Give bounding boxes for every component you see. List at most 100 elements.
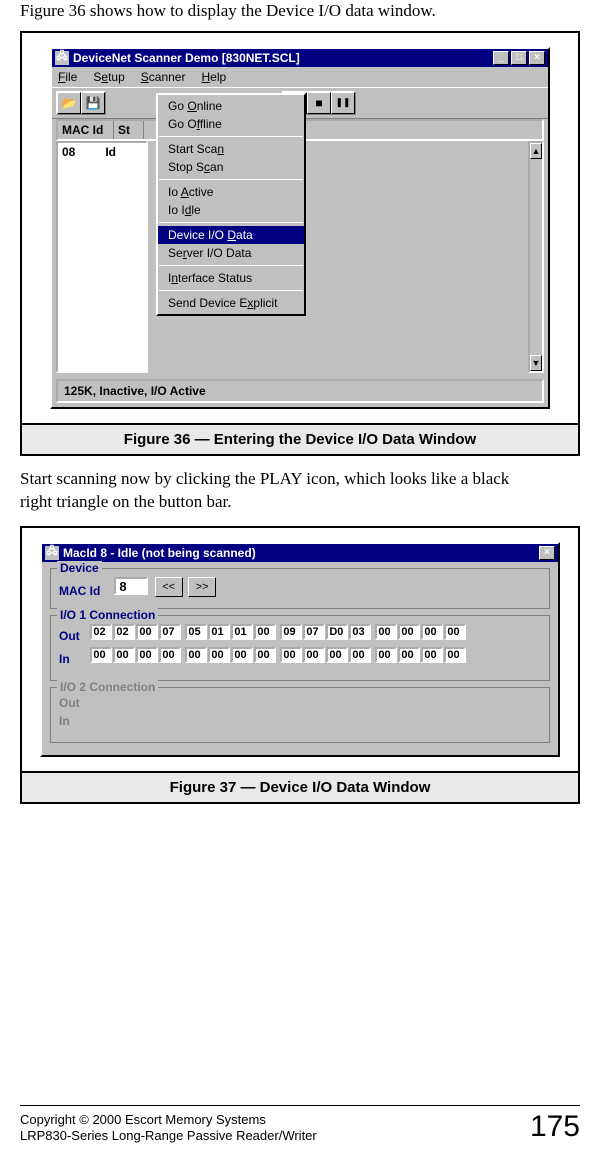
- out-byte[interactable]: 02: [90, 624, 112, 640]
- out-byte[interactable]: 05: [185, 624, 207, 640]
- save-icon[interactable]: 💾: [81, 92, 105, 114]
- scanner-menu-dropdown: Go Online Go Offline Start Scan Stop Sca…: [156, 93, 306, 316]
- in-byte[interactable]: 00: [254, 647, 276, 663]
- menu-interface-status[interactable]: Interface Status: [158, 269, 304, 287]
- prev-button[interactable]: <<: [155, 577, 183, 597]
- scroll-down-icon[interactable]: ▼: [530, 355, 542, 371]
- close-button[interactable]: ×: [529, 51, 545, 65]
- menu-stop-scan[interactable]: Stop Scan: [158, 158, 304, 176]
- in-group: 00000000: [185, 647, 277, 666]
- scroll-up-icon[interactable]: ▲: [530, 143, 542, 159]
- menubar: File Setup Scanner Help: [52, 67, 548, 87]
- in-byte[interactable]: 00: [421, 647, 443, 663]
- vertical-scrollbar[interactable]: ▲ ▼: [528, 141, 544, 373]
- in-byte[interactable]: 00: [375, 647, 397, 663]
- copyright-text: Copyright © 2000 Escort Memory Systems: [20, 1112, 317, 1128]
- title-text: MacId 8 - Idle (not being scanned): [63, 546, 537, 560]
- in-byte[interactable]: 00: [90, 647, 112, 663]
- menu-server-io-data[interactable]: Server I/O Data: [158, 244, 304, 262]
- in-byte[interactable]: 00: [280, 647, 302, 663]
- menu-send-device-explicit[interactable]: Send Device Explicit: [158, 294, 304, 312]
- in-byte[interactable]: 00: [185, 647, 207, 663]
- menu-help[interactable]: Help: [199, 69, 228, 85]
- out-byte[interactable]: 00: [254, 624, 276, 640]
- mid-text-1: Start scanning now by clicking the PLAY …: [20, 468, 580, 491]
- io2-legend: I/O 2 Connection: [57, 680, 158, 694]
- maximize-button[interactable]: □: [511, 51, 527, 65]
- mid-text-2: right triangle on the button bar.: [20, 491, 580, 514]
- device-fieldset: Device MAC Id 8 << >>: [50, 568, 550, 609]
- out-byte[interactable]: 03: [349, 624, 371, 640]
- in-byte[interactable]: 00: [231, 647, 253, 663]
- page-number: 175: [530, 1110, 580, 1144]
- in-byte[interactable]: 00: [136, 647, 158, 663]
- io2-fieldset: I/O 2 Connection Out In: [50, 687, 550, 743]
- menu-file[interactable]: File: [56, 69, 79, 85]
- page-footer: Copyright © 2000 Escort Memory Systems L…: [20, 1105, 580, 1144]
- figure-37-caption: Figure 37 — Device I/O Data Window: [20, 773, 580, 804]
- macid-field[interactable]: 8: [114, 577, 148, 595]
- device-legend: Device: [57, 561, 102, 575]
- out-label: Out: [59, 629, 87, 643]
- app-icon: 🖧: [55, 51, 69, 65]
- figure-36-caption: Figure 36 — Entering the Device I/O Data…: [20, 425, 580, 456]
- out-byte[interactable]: 01: [208, 624, 230, 640]
- device-list[interactable]: 08 Id: [56, 141, 148, 373]
- menu-setup[interactable]: Setup: [91, 69, 126, 85]
- in-byte[interactable]: 00: [398, 647, 420, 663]
- menu-go-offline[interactable]: Go Offline: [158, 115, 304, 133]
- in-group: 00000000: [375, 647, 467, 666]
- app-icon: 🖧: [45, 546, 59, 560]
- in-byte[interactable]: 00: [444, 647, 466, 663]
- pause-icon[interactable]: ❚❚: [331, 92, 355, 114]
- out-byte[interactable]: 02: [113, 624, 135, 640]
- out-byte[interactable]: 09: [280, 624, 302, 640]
- figure-37-frame: 🖧 MacId 8 - Idle (not being scanned) × D…: [20, 526, 580, 773]
- out-byte[interactable]: 00: [444, 624, 466, 640]
- list-item[interactable]: 08 Id: [58, 143, 146, 161]
- statusbar: 125K, Inactive, I/O Active: [56, 379, 544, 403]
- menu-go-online[interactable]: Go Online: [158, 97, 304, 115]
- out-byte[interactable]: 07: [159, 624, 181, 640]
- product-text: LRP830-Series Long-Range Passive Reader/…: [20, 1128, 317, 1144]
- menu-io-idle[interactable]: Io Idle: [158, 201, 304, 219]
- in-byte[interactable]: 00: [303, 647, 325, 663]
- out-byte[interactable]: 00: [136, 624, 158, 640]
- in-row: In 00000000000000000000000000000000: [59, 647, 541, 666]
- minimize-button[interactable]: _: [493, 51, 509, 65]
- col-st: St: [114, 121, 144, 139]
- menu-scanner[interactable]: Scanner: [139, 69, 188, 85]
- close-button[interactable]: ×: [539, 546, 555, 560]
- next-button[interactable]: >>: [188, 577, 216, 597]
- menu-io-active[interactable]: Io Active: [158, 183, 304, 201]
- in-byte[interactable]: 00: [208, 647, 230, 663]
- menu-device-io-data[interactable]: Device I/O Data: [158, 226, 304, 244]
- out-group: 00000000: [375, 624, 467, 643]
- out-byte[interactable]: 07: [303, 624, 325, 640]
- io1-fieldset: I/O 1 Connection Out 0202000705010100090…: [50, 615, 550, 681]
- out-byte[interactable]: 00: [398, 624, 420, 640]
- out-byte[interactable]: D0: [326, 624, 348, 640]
- out-row: Out 02020007050101000907D00300000000: [59, 624, 541, 643]
- out-label-disabled: Out: [59, 696, 87, 710]
- titlebar[interactable]: 🖧 MacId 8 - Idle (not being scanned) ×: [42, 544, 558, 562]
- in-byte[interactable]: 00: [326, 647, 348, 663]
- col-macid: MAC Id: [58, 121, 114, 139]
- titlebar[interactable]: 🖧 DeviceNet Scanner Demo [830NET.SCL] _ …: [52, 49, 548, 67]
- in-byte[interactable]: 00: [113, 647, 135, 663]
- stop-icon[interactable]: ■: [307, 92, 331, 114]
- out-byte[interactable]: 00: [375, 624, 397, 640]
- out-byte[interactable]: 01: [231, 624, 253, 640]
- intro-text: Figure 36 shows how to display the Devic…: [20, 0, 580, 23]
- in-label: In: [59, 652, 87, 666]
- in-byte[interactable]: 00: [349, 647, 371, 663]
- title-text: DeviceNet Scanner Demo [830NET.SCL]: [73, 51, 491, 65]
- open-icon[interactable]: 📂: [57, 92, 81, 114]
- macid8-window: 🖧 MacId 8 - Idle (not being scanned) × D…: [40, 542, 560, 757]
- macid-label: MAC Id: [59, 584, 111, 598]
- menu-start-scan[interactable]: Start Scan: [158, 140, 304, 158]
- out-group: 05010100: [185, 624, 277, 643]
- out-group: 02020007: [90, 624, 182, 643]
- in-byte[interactable]: 00: [159, 647, 181, 663]
- out-byte[interactable]: 00: [421, 624, 443, 640]
